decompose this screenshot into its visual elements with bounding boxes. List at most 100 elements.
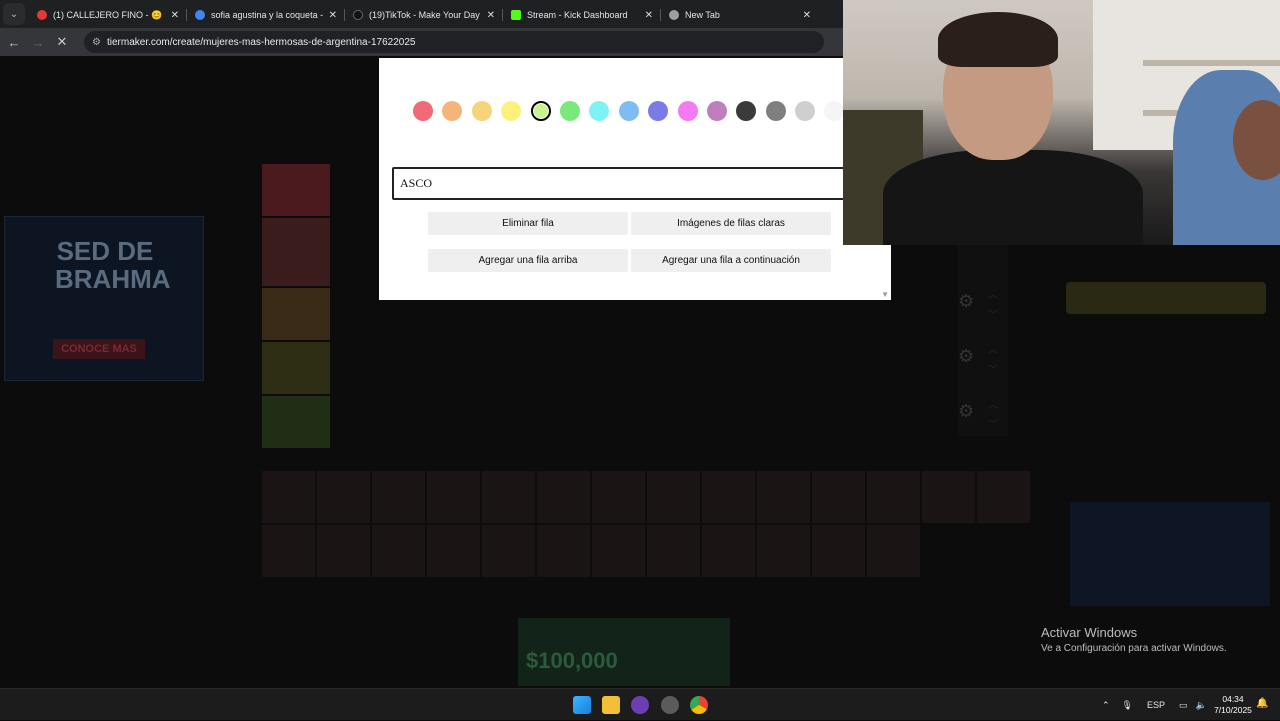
browser-tab[interactable]: New Tab ✕ [661, 2, 819, 28]
forward-arrow-icon[interactable]: → [26, 35, 50, 50]
tier-image[interactable] [922, 471, 975, 523]
row-label-input[interactable] [392, 167, 852, 200]
color-swatch[interactable] [618, 101, 639, 121]
tier-image[interactable] [757, 525, 810, 577]
tier-image[interactable] [592, 525, 645, 577]
tab-title: New Tab [685, 10, 720, 20]
tier-image[interactable] [647, 471, 700, 523]
tier-label[interactable] [262, 218, 330, 286]
back-arrow-icon[interactable]: ← [2, 35, 26, 50]
tier-image[interactable] [317, 525, 370, 577]
browser-tab[interactable]: (19)TikTok - Make Your Day ✕ [345, 2, 503, 28]
color-swatch-selected[interactable] [530, 101, 551, 121]
close-tab-icon[interactable]: ✕ [803, 10, 811, 21]
delete-row-button[interactable]: Eliminar fila [428, 212, 628, 235]
chevron-up-icon[interactable]: ⌃ [1102, 700, 1110, 711]
tier-image[interactable] [867, 471, 920, 523]
browser-tab[interactable]: sofia agustina y la coqueta - Bu ✕ [187, 2, 345, 28]
tier-image[interactable] [372, 525, 425, 577]
color-swatch[interactable] [706, 101, 727, 121]
tier-image[interactable] [867, 525, 920, 577]
color-swatch[interactable] [795, 101, 816, 121]
webcam-shelf [1143, 60, 1280, 66]
tier-image[interactable] [812, 471, 865, 523]
notification-bell-icon[interactable]: 🔔 [1256, 698, 1268, 709]
tier-label[interactable] [262, 288, 330, 340]
gear-icon[interactable]: ⚙ [958, 291, 974, 312]
tier-label[interactable] [262, 342, 330, 394]
site-info-icon[interactable]: ⚙ [92, 37, 101, 48]
color-swatch[interactable] [648, 101, 669, 121]
address-bar[interactable]: ⚙ tiermaker.com/create/mujeres-mas-hermo… [84, 31, 824, 53]
tier-image[interactable] [537, 471, 590, 523]
advertisement-left[interactable]: SED DE BRAHMA CONOCE MAS [4, 216, 204, 381]
clear-row-images-button[interactable]: Imágenes de filas claras [631, 212, 831, 235]
color-swatch[interactable] [501, 101, 522, 121]
tier-list-rows [262, 164, 330, 450]
tab-search-button[interactable]: ⌄ [3, 3, 25, 25]
chevron-up-icon[interactable]: ︿ [988, 396, 998, 411]
color-swatch[interactable] [824, 101, 845, 121]
color-swatch[interactable] [589, 101, 610, 121]
color-swatch[interactable] [413, 101, 433, 121]
tier-image[interactable] [757, 471, 810, 523]
tier-image[interactable] [427, 525, 480, 577]
advertisement-right[interactable] [1066, 282, 1266, 314]
obs-app-icon[interactable] [631, 696, 649, 714]
browser-tab[interactable]: Stream - Kick Dashboard ✕ [503, 2, 661, 28]
color-swatch[interactable] [559, 101, 580, 121]
color-swatch[interactable] [736, 101, 757, 121]
chevron-up-icon[interactable]: ︿ [988, 341, 998, 356]
tier-image[interactable] [702, 525, 755, 577]
tier-label[interactable] [262, 396, 330, 448]
color-swatch[interactable] [765, 101, 786, 121]
display-icon[interactable]: ▭ [1179, 700, 1188, 711]
tier-image[interactable] [977, 471, 1030, 523]
tier-image[interactable] [592, 471, 645, 523]
color-swatch[interactable] [442, 101, 463, 121]
tier-image[interactable] [647, 525, 700, 577]
clock[interactable]: 04:34 7/10/2025 [1210, 694, 1256, 716]
chevron-up-icon[interactable]: ︿ [988, 286, 998, 301]
color-swatch[interactable] [471, 101, 492, 121]
video-advertisement[interactable] [1070, 502, 1270, 606]
chevron-down-icon[interactable]: ﹀ [988, 361, 998, 376]
chevron-down-icon[interactable]: ﹀ [988, 416, 998, 431]
windows-start-icon[interactable] [573, 696, 591, 714]
chrome-settings-app-icon[interactable] [661, 696, 679, 714]
close-tab-icon[interactable]: ✕ [487, 10, 495, 21]
add-row-below-button[interactable]: Agregar una fila a continuación [631, 249, 831, 272]
tier-image[interactable] [262, 525, 315, 577]
ad-cta-button[interactable]: CONOCE MAS [53, 339, 145, 359]
chrome-favicon-icon [669, 10, 679, 20]
scroll-down-arrow-icon[interactable]: ▼ [881, 290, 889, 299]
microphone-icon[interactable]: 🎙 [1122, 700, 1133, 711]
close-tab-icon[interactable]: ✕ [171, 10, 179, 21]
advertisement-bottom[interactable]: $100,000 [518, 618, 730, 686]
tier-image[interactable] [482, 525, 535, 577]
gear-icon[interactable]: ⚙ [958, 401, 974, 422]
tier-image[interactable] [372, 471, 425, 523]
tier-label[interactable] [262, 164, 330, 216]
language-indicator[interactable]: ESP [1147, 700, 1165, 710]
file-explorer-icon[interactable] [602, 696, 620, 714]
tier-image[interactable] [482, 471, 535, 523]
browser-tab[interactable]: (1) CALLEJERO FINO - 😊 CHET ✕ [29, 2, 187, 28]
chevron-down-icon[interactable]: ﹀ [988, 306, 998, 321]
close-tab-icon[interactable]: ✕ [329, 10, 337, 21]
chrome-app-icon[interactable] [690, 696, 708, 714]
tier-image[interactable] [427, 471, 480, 523]
close-tab-icon[interactable]: ✕ [645, 10, 653, 21]
stop-loading-icon[interactable]: ✕ [50, 34, 74, 50]
gear-icon[interactable]: ⚙ [958, 346, 974, 367]
tier-image[interactable] [537, 525, 590, 577]
add-row-above-button[interactable]: Agregar una fila arriba [428, 249, 628, 272]
windows-taskbar: ⌃ 🎙 ESP ▭ 🔈 04:34 7/10/2025 🔔 [0, 688, 1280, 720]
tier-image[interactable] [812, 525, 865, 577]
color-swatch[interactable] [677, 101, 698, 121]
tier-image[interactable] [317, 471, 370, 523]
tier-image[interactable] [702, 471, 755, 523]
tier-image[interactable] [262, 471, 315, 523]
speaker-icon[interactable]: 🔈 [1196, 700, 1207, 711]
tab-title: (1) CALLEJERO FINO - 😊 CHET [53, 9, 165, 20]
